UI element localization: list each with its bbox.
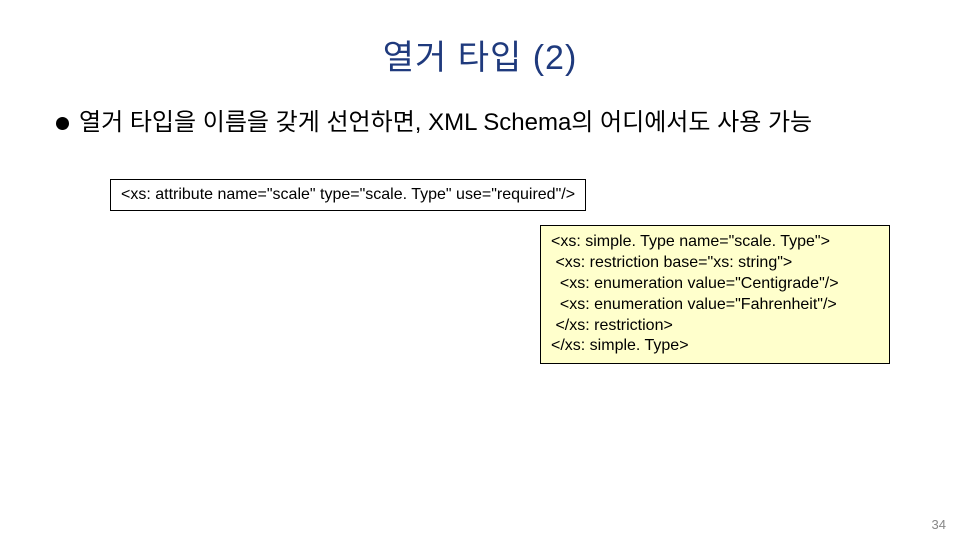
code-box-simpletype: <xs: simple. Type name="scale. Type"> <x… <box>540 225 890 364</box>
bullet-icon <box>56 117 69 130</box>
code-line: <xs: enumeration value="Centigrade"/> <box>551 274 879 295</box>
code-line: <xs: enumeration value="Fahrenheit"/> <box>551 295 879 316</box>
slide: 열거 타입 (2) 열거 타입을 이름을 갖게 선언하면, XML Schema… <box>0 0 960 540</box>
code-line: <xs: simple. Type name="scale. Type"> <box>551 232 879 253</box>
code-box-attribute: <xs: attribute name="scale" type="scale.… <box>110 179 586 211</box>
code-line: </xs: restriction> <box>551 316 879 337</box>
code-line: </xs: simple. Type> <box>551 336 879 357</box>
slide-title: 열거 타입 (2) <box>40 30 920 79</box>
bullet-text: 열거 타입을 이름을 갖게 선언하면, XML Schema의 어디에서도 사용… <box>79 107 812 139</box>
page-number: 34 <box>932 517 946 532</box>
code-line: <xs: restriction base="xs: string"> <box>551 253 879 274</box>
bullet-item: 열거 타입을 이름을 갖게 선언하면, XML Schema의 어디에서도 사용… <box>56 107 920 139</box>
